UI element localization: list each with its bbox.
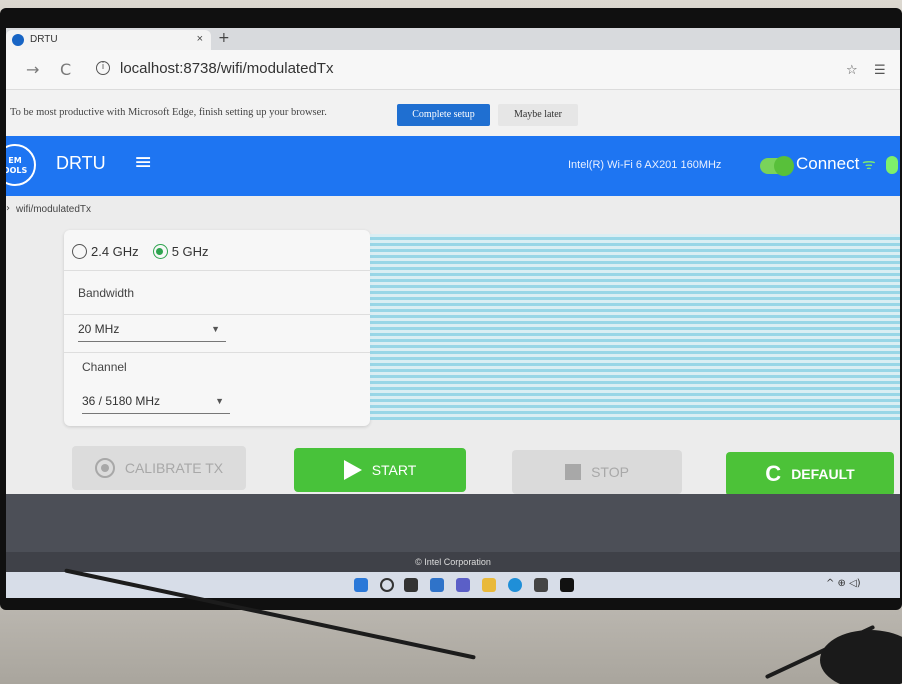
channel-value: 36 / 5180 MHz <box>82 394 161 408</box>
start-button[interactable]: START <box>294 448 466 492</box>
reload-icon[interactable]: C <box>60 60 71 79</box>
edge-setup-bar: To be most productive with Microsoft Edg… <box>6 90 900 136</box>
footer-band <box>6 494 900 552</box>
tab-bar: DRTU × + <box>6 28 900 50</box>
band-option-2g[interactable]: 2.4 GHz <box>91 244 139 259</box>
footer: © Intel Corporation <box>6 552 900 572</box>
start-label: START <box>371 462 417 478</box>
store-icon[interactable] <box>534 578 548 592</box>
stop-button[interactable]: STOP <box>512 450 682 494</box>
breadcrumb-arrow-icon: › <box>6 203 10 214</box>
bandwidth-value: 20 MHz <box>78 322 120 336</box>
chevron-down-icon: ▼ <box>211 324 220 334</box>
task-view-icon[interactable] <box>404 578 418 592</box>
breadcrumb[interactable]: wifi/modulatedTx <box>16 204 91 215</box>
target-icon <box>94 458 115 478</box>
divider <box>64 314 370 315</box>
play-icon <box>343 460 362 480</box>
output-display <box>370 234 900 420</box>
stop-icon <box>565 464 582 480</box>
new-tab-icon[interactable]: + <box>218 30 230 46</box>
band-radio-5g[interactable] <box>152 244 168 259</box>
browser-tab[interactable]: DRTU × <box>6 30 211 50</box>
divider <box>64 270 370 271</box>
adapter-name: Intel(R) Wi-Fi 6 AX201 160MHz <box>568 159 722 171</box>
default-label: DEFAULT <box>791 466 855 482</box>
band-radio-2g[interactable] <box>72 244 87 259</box>
channel-label: Channel <box>82 360 127 374</box>
tab-close-icon[interactable]: × <box>197 33 203 45</box>
url-input[interactable]: localhost:8738/wifi/modulatedTx <box>120 60 333 77</box>
maybe-later-button[interactable]: Maybe later <box>498 104 578 126</box>
teams-chat-icon[interactable] <box>456 578 470 592</box>
system-tray-icon[interactable]: ^ ⊕ ◁) <box>826 578 861 589</box>
hamburger-menu-icon[interactable]: ≡ <box>134 150 152 175</box>
band-option-5g[interactable]: 5 GHz <box>172 244 209 259</box>
screen: DRTU × + → C i localhost:8738/wifi/modul… <box>6 28 900 598</box>
channel-select[interactable]: 36 / 5180 MHz ▼ <box>82 394 230 414</box>
wifi-icon: ᯤ <box>862 155 876 173</box>
app-header: EM OOLS DRTU ≡ Intel(R) Wi-Fi 6 AX201 16… <box>6 136 900 196</box>
band-selector: 2.4 GHz 5 GHz <box>72 244 209 259</box>
favorites-list-icon[interactable]: ☰ <box>874 63 886 78</box>
bandwidth-label: Bandwidth <box>78 286 135 300</box>
divider <box>64 352 370 353</box>
default-button[interactable]: C DEFAULT <box>726 452 894 496</box>
chevron-down-icon: ▼ <box>215 396 224 406</box>
tab-favicon-icon <box>12 34 24 46</box>
file-explorer-icon[interactable] <box>482 578 496 592</box>
edge-browser-icon[interactable] <box>508 578 522 592</box>
site-info-icon[interactable]: i <box>96 61 110 75</box>
forward-icon[interactable]: → <box>26 60 39 79</box>
calibrate-label: CALIBRATE TX <box>124 460 224 476</box>
calibrate-tx-button[interactable]: CALIBRATE TX <box>72 446 246 490</box>
stop-label: STOP <box>591 464 629 480</box>
desk-surface <box>0 600 902 684</box>
bluetooth-icon <box>886 156 898 174</box>
monitor-bezel: DRTU × + → C i localhost:8738/wifi/modul… <box>0 8 902 610</box>
refresh-icon: C <box>765 461 782 486</box>
connect-toggle[interactable] <box>760 156 794 176</box>
connect-label[interactable]: Connect <box>796 154 859 174</box>
terminal-icon[interactable] <box>560 578 574 592</box>
windows-start-icon[interactable] <box>354 578 368 592</box>
setup-message: To be most productive with Microsoft Edg… <box>10 107 327 118</box>
favorite-star-icon[interactable]: ☆ <box>846 63 858 78</box>
address-bar: → C i localhost:8738/wifi/modulatedTx ☆ … <box>6 50 900 90</box>
app-title: DRTU <box>56 153 106 173</box>
app-logo: EM OOLS <box>6 144 36 186</box>
search-icon[interactable] <box>380 578 394 592</box>
bandwidth-select[interactable]: 20 MHz ▼ <box>78 322 226 342</box>
tab-title: DRTU <box>30 34 58 45</box>
settings-panel: 2.4 GHz 5 GHz Bandwidth 20 MHz ▼ Channel… <box>64 230 370 426</box>
complete-setup-button[interactable]: Complete setup <box>397 104 490 126</box>
widgets-icon[interactable] <box>430 578 444 592</box>
